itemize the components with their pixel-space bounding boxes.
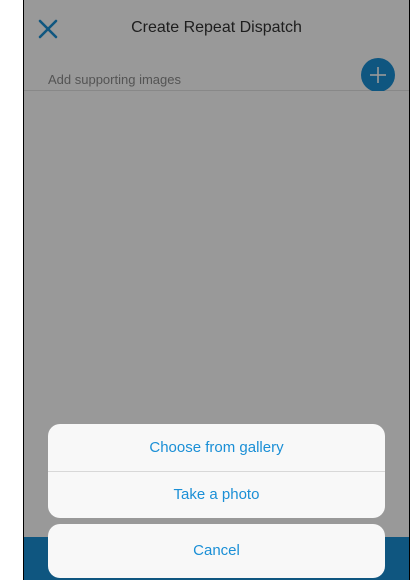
frame-border-right [409, 0, 410, 580]
app-screen: Create Repeat Dispatch Add supporting im… [24, 0, 409, 580]
choose-from-gallery-button[interactable]: Choose from gallery [48, 424, 385, 472]
cancel-button[interactable]: Cancel [48, 524, 385, 578]
action-sheet: Choose from gallery Take a photo [48, 424, 385, 518]
take-photo-button[interactable]: Take a photo [48, 471, 385, 518]
